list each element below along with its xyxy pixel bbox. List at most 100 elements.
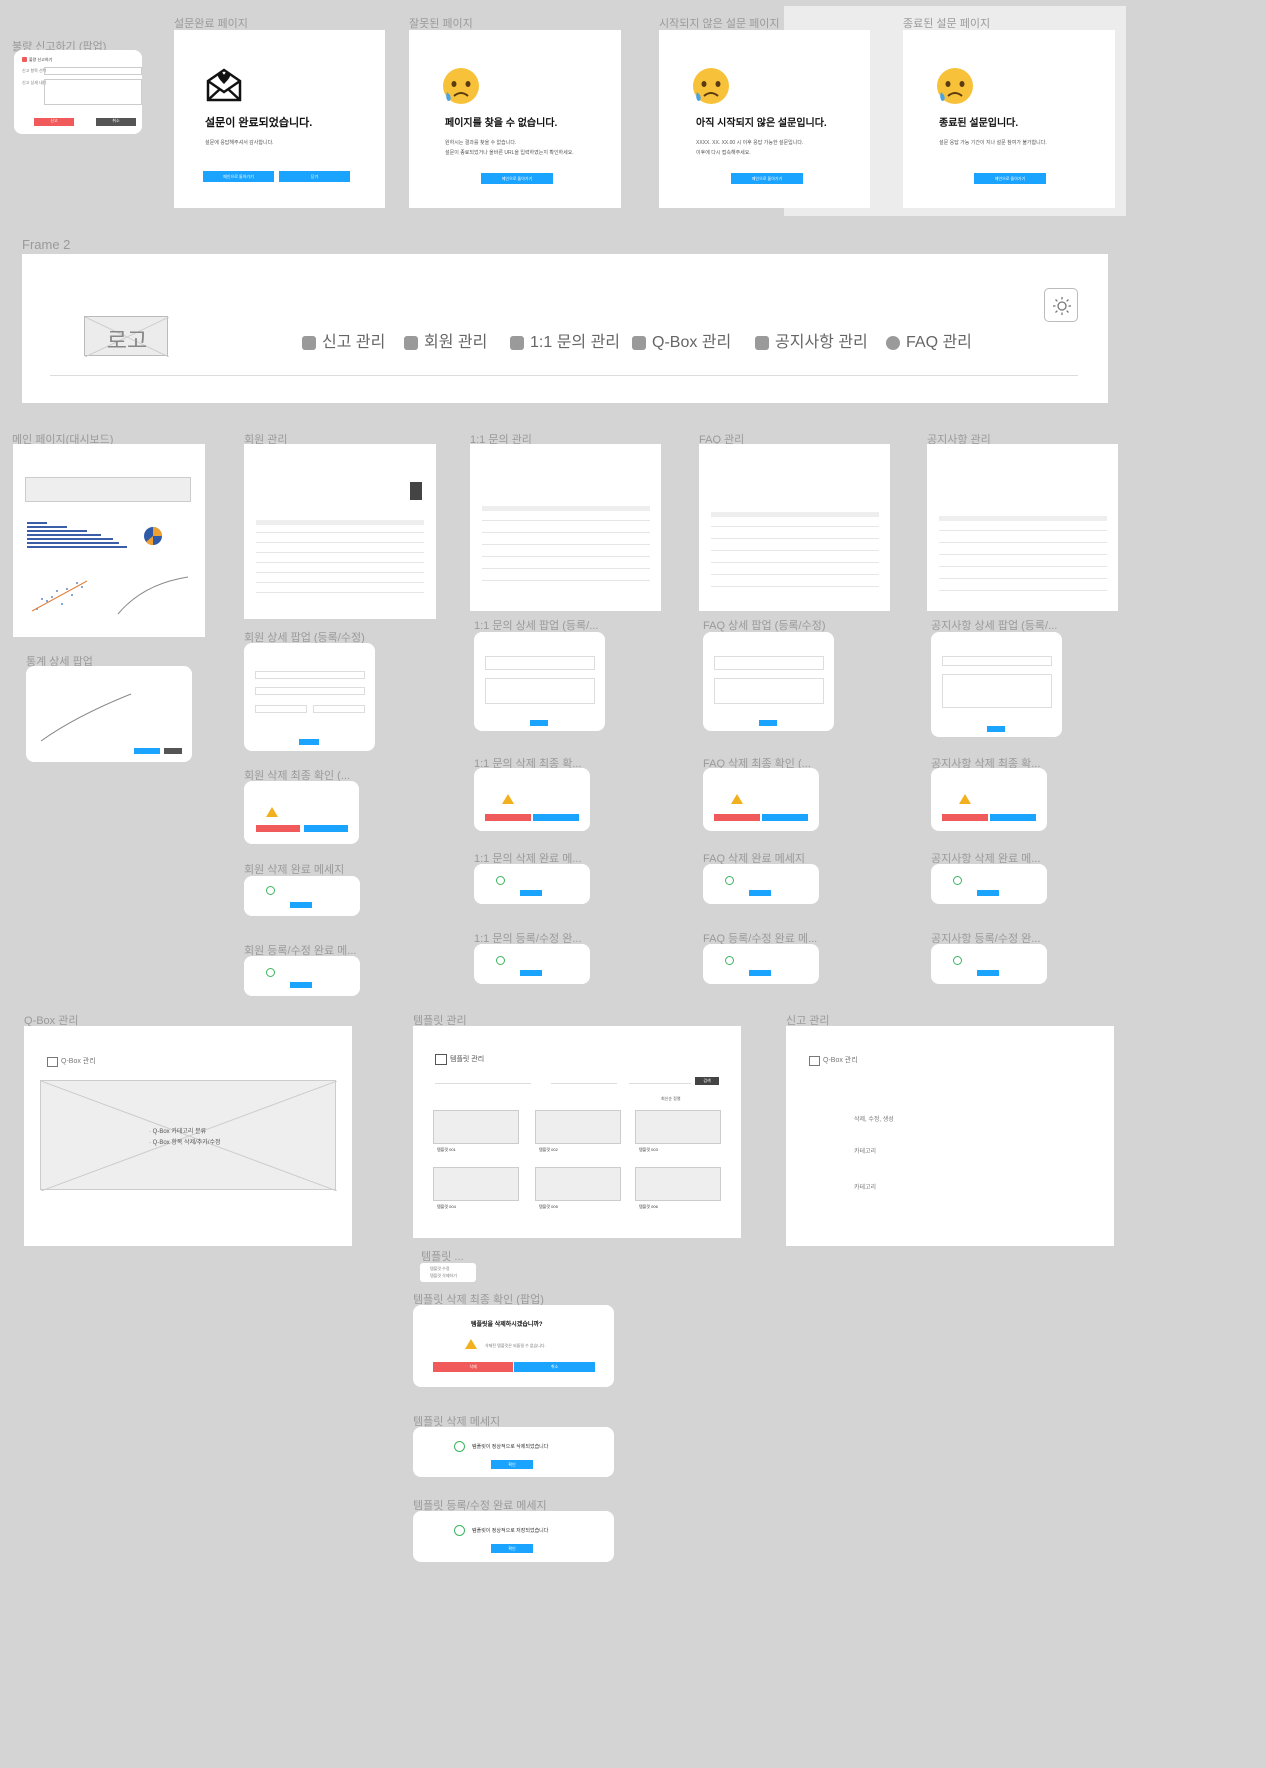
nav-notice[interactable]: 공지사항 관리: [755, 328, 868, 352]
go-main-button[interactable]: 메인으로 돌아가기: [481, 173, 553, 184]
template-thumbnail[interactable]: [635, 1110, 721, 1144]
download-button[interactable]: [134, 748, 160, 754]
report-page: Q-Box 관리 삭제, 수정, 생성 카테고리 카테고리: [786, 1026, 1114, 1246]
delete-confirm-popup: [703, 768, 819, 831]
list-item: 카테고리: [854, 1185, 877, 1191]
alert-icon: [22, 57, 27, 62]
go-main-button[interactable]: 메인으로 돌아가기: [203, 171, 274, 182]
table-row: [939, 578, 1107, 579]
table-row: [711, 586, 879, 587]
save-button[interactable]: [759, 720, 777, 726]
delete-button[interactable]: [942, 814, 988, 821]
go-main-button[interactable]: 메인으로 돌아가기: [731, 173, 803, 184]
template-thumbnail[interactable]: [635, 1167, 721, 1201]
ok-button[interactable]: [977, 970, 999, 976]
input-field[interactable]: [485, 656, 595, 670]
delete-button[interactable]: [714, 814, 760, 821]
cancel-button[interactable]: [533, 814, 579, 821]
faq-page: [699, 444, 890, 611]
textarea[interactable]: [714, 678, 824, 704]
template-thumbnail[interactable]: [433, 1167, 519, 1201]
table-row: [256, 532, 424, 533]
stats-popup: [26, 666, 192, 762]
close-button[interactable]: 닫기: [279, 171, 350, 182]
ok-button[interactable]: 확인: [491, 1544, 533, 1553]
logo: 로고: [84, 316, 169, 357]
check-circle-icon: [496, 876, 505, 885]
line-chart: [40, 693, 132, 742]
cancel-button[interactable]: 취소: [514, 1362, 595, 1372]
search-input[interactable]: [551, 1077, 617, 1084]
report-type-select[interactable]: [44, 67, 142, 75]
template-thumbnail[interactable]: [535, 1167, 621, 1201]
delete-button[interactable]: [256, 825, 300, 832]
filter-button[interactable]: [410, 482, 422, 500]
template-name: 템플릿 004: [437, 1204, 456, 1209]
notfound-subtext: 설문이 종료되었거나 올바른 URL을 입력하였는지 확인하세요.: [445, 150, 574, 156]
cancel-button[interactable]: [304, 825, 348, 832]
close-button[interactable]: [164, 748, 182, 754]
search-input[interactable]: [435, 1077, 531, 1084]
search-button[interactable]: 검색: [695, 1077, 719, 1085]
menu-item-edit[interactable]: 템플릿 수정: [430, 1266, 450, 1272]
nav-faq[interactable]: FAQ 관리: [886, 328, 972, 352]
users-icon: [404, 335, 418, 350]
members-page: [244, 444, 436, 619]
save-button[interactable]: [530, 720, 548, 726]
delete-button[interactable]: [485, 814, 531, 821]
theme-toggle-button[interactable]: [1044, 288, 1078, 322]
textarea[interactable]: [942, 674, 1052, 708]
nav-inquiry[interactable]: 1:1 문의 관리: [510, 328, 620, 352]
ok-button[interactable]: [749, 970, 771, 976]
save-done-message: [703, 944, 819, 984]
nav-label: Q-Box 관리: [652, 334, 732, 351]
report-cancel-button[interactable]: 취소: [96, 118, 136, 126]
menu-item-delete[interactable]: 템플릿 삭제하기: [430, 1273, 457, 1279]
check-circle-icon: [454, 1441, 465, 1452]
ok-button[interactable]: 확인: [491, 1460, 533, 1469]
input-field[interactable]: [255, 705, 307, 713]
save-button[interactable]: [987, 726, 1005, 732]
report-submit-button[interactable]: 신고: [34, 118, 74, 126]
template-delete-confirm-popup: 템플릿을 삭제하시겠습니까? 삭제된 템플릿은 되돌릴 수 없습니다. 삭제 취…: [413, 1305, 614, 1387]
template-thumbnail[interactable]: [535, 1110, 621, 1144]
frame-label: 회원 삭제 완료 메세지: [244, 864, 345, 876]
input-field[interactable]: [942, 656, 1052, 666]
cancel-button[interactable]: [990, 814, 1036, 821]
nav-report[interactable]: 신고 관리: [302, 328, 385, 352]
report-popup: 불량 신고하기 신고 항목 선택 신고 상세 내용 신고 취소: [14, 50, 142, 134]
report-detail-textarea[interactable]: [44, 79, 142, 105]
save-done-message: [244, 956, 360, 996]
nav-label: 신고 관리: [322, 334, 386, 351]
cancel-button[interactable]: [762, 814, 808, 821]
sun-icon: [1053, 297, 1071, 315]
ok-button[interactable]: [977, 890, 999, 896]
save-button[interactable]: [299, 739, 319, 745]
delete-button[interactable]: 삭제: [433, 1362, 513, 1372]
template-delete-message: 템플릿이 정상적으로 삭제되었습니다 확인: [413, 1427, 614, 1477]
nav-qbox[interactable]: Q-Box 관리: [632, 328, 731, 352]
template-thumbnail[interactable]: [433, 1110, 519, 1144]
template-context-menu: 템플릿 수정 템플릿 삭제하기: [420, 1263, 476, 1282]
input-field[interactable]: [255, 687, 365, 695]
input-field[interactable]: [313, 705, 365, 713]
delete-confirm-popup: [931, 768, 1047, 831]
ok-button[interactable]: [520, 970, 542, 976]
ok-button[interactable]: [290, 982, 312, 988]
textarea[interactable]: [485, 678, 595, 704]
nav-members[interactable]: 회원 관리: [404, 328, 487, 352]
go-main-button[interactable]: 메인으로 돌아가기: [974, 173, 1046, 184]
frame-label: FAQ 상세 팝업 (등록/수정): [703, 620, 826, 632]
input-field[interactable]: [255, 671, 365, 679]
table-row: [939, 542, 1107, 543]
input-field[interactable]: [714, 656, 824, 670]
table-row: [939, 590, 1107, 591]
table-row: [711, 526, 879, 527]
ok-button[interactable]: [290, 902, 312, 908]
ok-button[interactable]: [520, 890, 542, 896]
ended-heading: 종료된 설문입니다.: [939, 118, 1019, 129]
search-input[interactable]: [629, 1077, 691, 1084]
sort-select[interactable]: 최신순 정렬: [661, 1096, 681, 1102]
table-row: [256, 552, 424, 553]
ok-button[interactable]: [749, 890, 771, 896]
